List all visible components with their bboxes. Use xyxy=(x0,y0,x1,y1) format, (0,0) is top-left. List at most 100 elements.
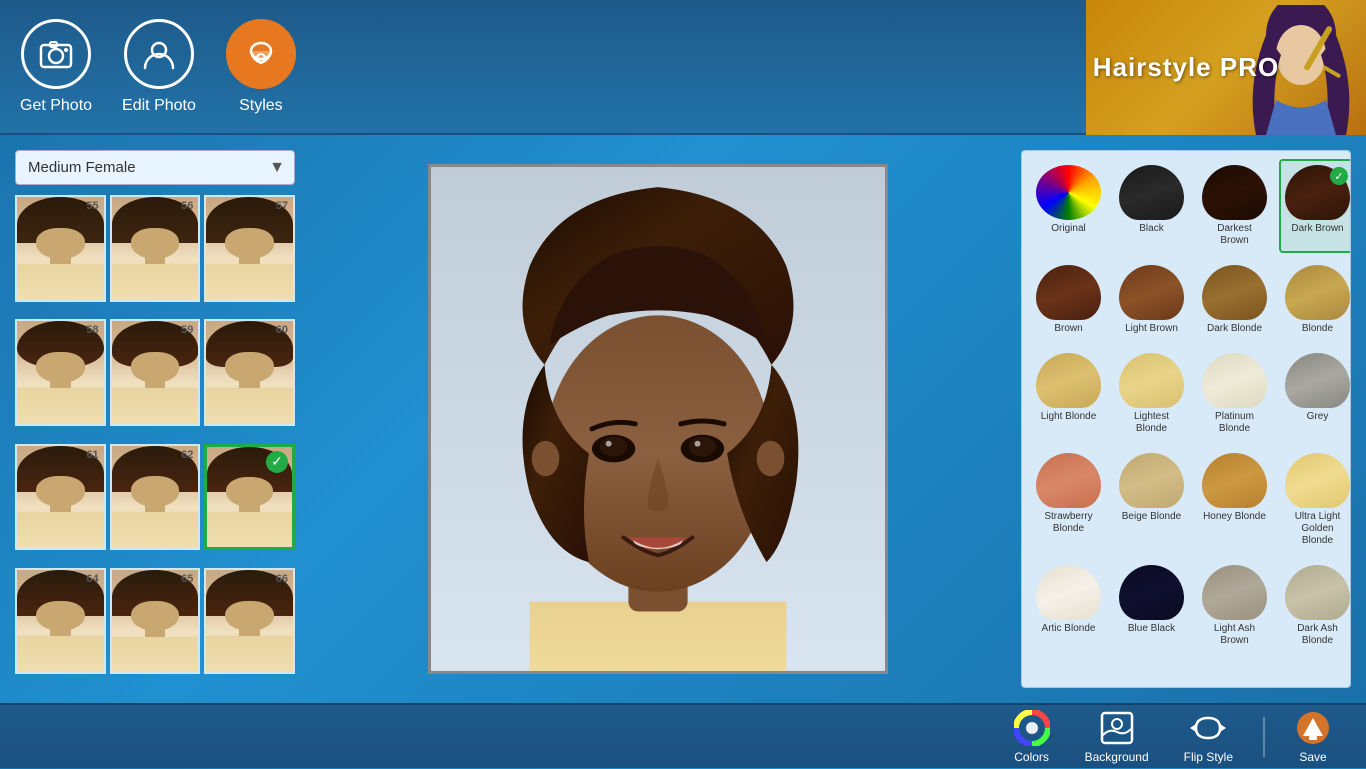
color-artic-blonde[interactable]: Artic Blonde xyxy=(1030,559,1107,653)
bottom-bar: Colors Background Flip Style xyxy=(0,703,1366,768)
thumbnail-59[interactable]: 59 xyxy=(110,319,201,426)
background-label: Background xyxy=(1085,750,1149,764)
colors-label: Colors xyxy=(1014,750,1049,764)
edit-photo-label: Edit Photo xyxy=(122,97,196,115)
main-content: Medium Female Short Female Long Female S… xyxy=(0,135,1366,703)
styles-icon xyxy=(226,19,296,89)
darkest-brown-label: Darkest Brown xyxy=(1202,223,1267,247)
color-ultra-light-golden-blonde[interactable]: Ultra Light Golden Blonde xyxy=(1279,447,1351,553)
flip-style-label: Flip Style xyxy=(1184,750,1233,764)
background-icon xyxy=(1099,710,1135,746)
color-light-ash-brown[interactable]: Light Ash Brown xyxy=(1196,559,1273,653)
platinum-blonde-label: Platinum Blonde xyxy=(1202,411,1267,435)
brown-label: Brown xyxy=(1054,323,1082,335)
save-button[interactable]: Save xyxy=(1280,705,1346,769)
thumbnail-60[interactable]: 60 xyxy=(204,319,295,426)
nav-styles[interactable]: Styles xyxy=(226,19,296,115)
color-light-brown[interactable]: Light Brown xyxy=(1113,259,1190,341)
thumbnail-57[interactable]: 57 xyxy=(204,195,295,302)
honey-blonde-label: Honey Blonde xyxy=(1203,511,1266,523)
color-strawberry-blonde[interactable]: Strawberry Blonde xyxy=(1030,447,1107,553)
color-grey[interactable]: Grey xyxy=(1279,347,1351,441)
blonde-swatch xyxy=(1285,265,1350,320)
color-brown[interactable]: Brown xyxy=(1030,259,1107,341)
grey-swatch xyxy=(1285,353,1350,408)
dark-brown-label: Dark Brown xyxy=(1291,223,1343,235)
selected-checkmark: ✓ xyxy=(266,451,288,473)
thumbnail-62[interactable]: 62 xyxy=(110,444,201,551)
colors-icon xyxy=(1014,710,1050,746)
flip-style-button[interactable]: Flip Style xyxy=(1169,705,1248,769)
beige-blonde-label: Beige Blonde xyxy=(1122,511,1182,523)
thumbnail-61[interactable]: 61 xyxy=(15,444,106,551)
beige-blonde-swatch xyxy=(1119,453,1184,508)
light-brown-label: Light Brown xyxy=(1125,323,1178,335)
color-blonde[interactable]: Blonde xyxy=(1279,259,1351,341)
honey-blonde-swatch xyxy=(1202,453,1267,508)
ultra-light-golden-blonde-label: Ultra Light Golden Blonde xyxy=(1285,511,1350,547)
dark-ash-blonde-label: Dark Ash Blonde xyxy=(1285,623,1350,647)
original-swatch xyxy=(1036,165,1101,220)
color-honey-blonde[interactable]: Honey Blonde xyxy=(1196,447,1273,553)
dark-blonde-label: Dark Blonde xyxy=(1207,323,1262,335)
color-black[interactable]: Black xyxy=(1113,159,1190,253)
dark-ash-blonde-swatch xyxy=(1285,565,1350,620)
save-label: Save xyxy=(1299,750,1326,764)
light-ash-brown-label: Light Ash Brown xyxy=(1202,623,1267,647)
style-dropdown-wrap[interactable]: Medium Female Short Female Long Female S… xyxy=(15,150,295,185)
color-panel: Original Black Darkest Brown ✓ Dar xyxy=(1021,150,1351,688)
color-lightest-blonde[interactable]: Lightest Blonde xyxy=(1113,347,1190,441)
strawberry-blonde-swatch xyxy=(1036,453,1101,508)
colors-button[interactable]: Colors xyxy=(999,705,1065,769)
color-platinum-blonde[interactable]: Platinum Blonde xyxy=(1196,347,1273,441)
dark-brown-swatch: ✓ xyxy=(1285,165,1350,220)
colors-grid: Original Black Darkest Brown ✓ Dar xyxy=(1030,159,1342,653)
thumbnails-grid: 55 56 57 xyxy=(15,195,295,688)
light-ash-brown-swatch xyxy=(1202,565,1267,620)
color-dark-blonde[interactable]: Dark Blonde xyxy=(1196,259,1273,341)
black-swatch xyxy=(1119,165,1184,220)
left-panel: Medium Female Short Female Long Female S… xyxy=(15,150,295,688)
get-photo-label: Get Photo xyxy=(20,97,92,115)
artic-blonde-label: Artic Blonde xyxy=(1042,623,1096,635)
grey-label: Grey xyxy=(1307,411,1329,423)
color-light-blonde[interactable]: Light Blonde xyxy=(1030,347,1107,441)
app-title: Hairstyle PRO xyxy=(1093,52,1279,83)
nav-get-photo[interactable]: Get Photo xyxy=(20,19,92,115)
strawberry-blonde-label: Strawberry Blonde xyxy=(1036,511,1101,535)
save-icon xyxy=(1295,710,1331,746)
color-dark-brown[interactable]: ✓ Dark Brown xyxy=(1279,159,1351,253)
original-label: Original xyxy=(1051,223,1085,235)
dark-blonde-swatch xyxy=(1202,265,1267,320)
light-blonde-swatch xyxy=(1036,353,1101,408)
thumbnail-58[interactable]: 58 xyxy=(15,319,106,426)
thumbnail-63[interactable]: ✓ xyxy=(204,444,295,551)
divider xyxy=(1263,717,1265,757)
platinum-blonde-swatch xyxy=(1202,353,1267,408)
black-label: Black xyxy=(1139,223,1163,235)
color-darkest-brown[interactable]: Darkest Brown xyxy=(1196,159,1273,253)
darkest-brown-swatch xyxy=(1202,165,1267,220)
edit-photo-icon xyxy=(124,19,194,89)
color-blue-black[interactable]: Blue Black xyxy=(1113,559,1190,653)
blue-black-swatch xyxy=(1119,565,1184,620)
light-blonde-label: Light Blonde xyxy=(1041,411,1097,423)
background-button[interactable]: Background xyxy=(1070,705,1164,769)
styles-label: Styles xyxy=(239,97,283,115)
color-dark-ash-blonde[interactable]: Dark Ash Blonde xyxy=(1279,559,1351,653)
ultra-light-golden-blonde-swatch xyxy=(1285,453,1350,508)
thumbnail-55[interactable]: 55 xyxy=(15,195,106,302)
thumbnail-65[interactable]: 65 xyxy=(110,568,201,675)
color-original[interactable]: Original xyxy=(1030,159,1107,253)
logo-area: Hairstyle PRO xyxy=(1086,0,1366,135)
thumbnail-66[interactable]: 66 xyxy=(204,568,295,675)
thumbnail-56[interactable]: 56 xyxy=(110,195,201,302)
nav-items: Get Photo Edit Photo Styles xyxy=(20,19,296,115)
top-bar: Get Photo Edit Photo Styles Ha xyxy=(0,0,1366,135)
style-dropdown[interactable]: Medium Female Short Female Long Female S… xyxy=(15,150,295,185)
main-photo-frame xyxy=(428,164,888,674)
thumbnail-64[interactable]: 64 xyxy=(15,568,106,675)
artic-blonde-swatch xyxy=(1036,565,1101,620)
nav-edit-photo[interactable]: Edit Photo xyxy=(122,19,196,115)
color-beige-blonde[interactable]: Beige Blonde xyxy=(1113,447,1190,553)
